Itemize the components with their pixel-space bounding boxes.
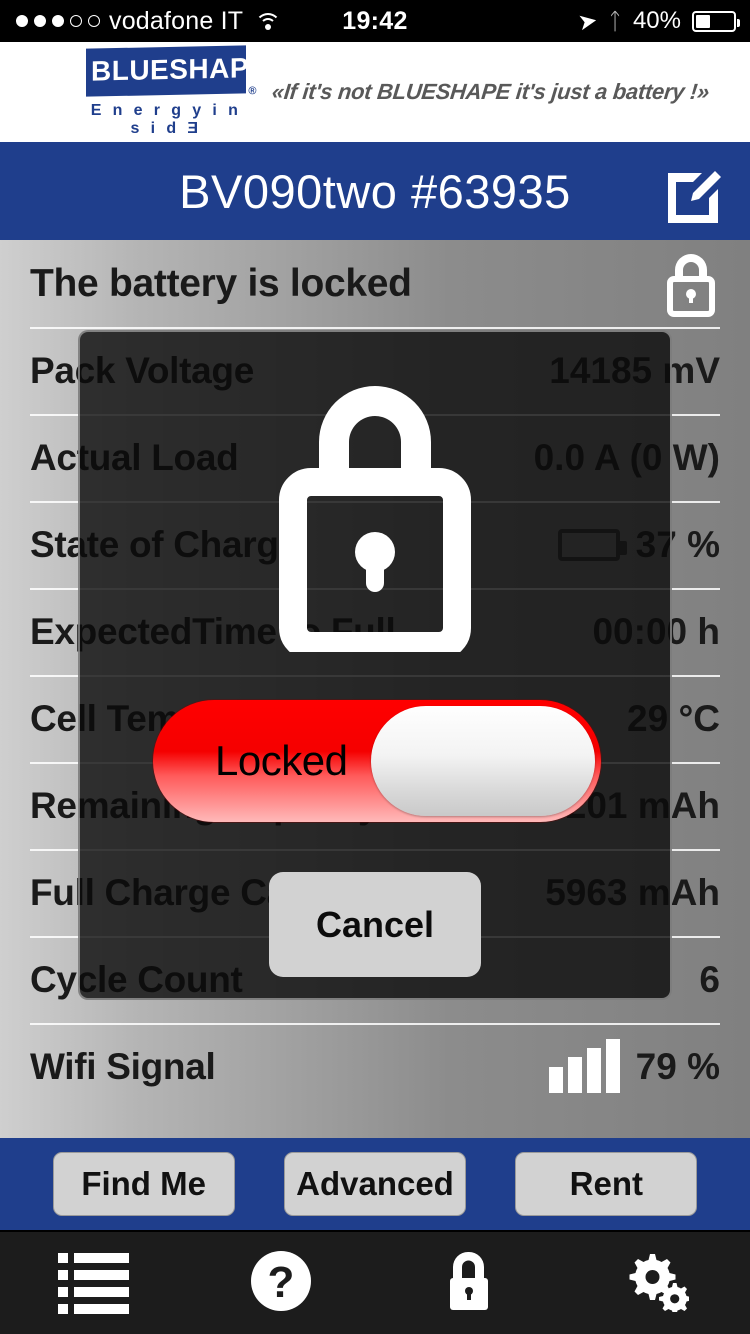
tab-list[interactable] [0,1232,188,1334]
registered-mark: ® [248,84,257,97]
row-value: 79 % [635,1045,720,1087]
row-right: 79 % [548,1038,720,1093]
tab-help[interactable]: ? [188,1232,376,1334]
status-row-battery-locked: The battery is locked [0,240,750,327]
status-bar-clock: 19:42 [342,6,408,35]
blueshape-logo: BLUESHAPE ® E n e r g y i n s i d Ǝ [86,44,268,138]
bottom-tab-bar: ? [0,1232,750,1334]
lock-icon [443,1250,495,1317]
tab-lock[interactable] [375,1232,563,1334]
table-row: Wifi Signal 79 % [0,1023,750,1110]
signal-bars-icon [548,1038,620,1093]
brand-header: BLUESHAPE ® E n e r g y i n s i d Ǝ «If … [0,42,750,142]
advanced-button[interactable]: Advanced [283,1152,466,1216]
battery-icon [692,10,740,32]
page-title: BV090two #63935 [179,164,571,218]
brand-slogan: «If it's not BLUESHAPE it's just a batte… [270,79,711,104]
find-me-button[interactable]: Find Me [52,1152,235,1216]
row-value: 6 [699,958,720,1000]
edit-pencil-icon[interactable] [662,157,730,225]
action-bar: Find Me Advanced Rent [0,1138,750,1230]
lock-icon [662,251,720,317]
settings-gears-icon [623,1250,691,1317]
logo-tagline: E n e r g y i n s i d Ǝ [90,101,242,137]
lock-dialog-overlay: Locked Cancel [78,330,672,1000]
lock-toggle-label: Locked [215,737,348,784]
lock-icon [277,380,473,660]
rent-button[interactable]: Rent [515,1152,698,1216]
cancel-button[interactable]: Cancel [269,872,481,977]
row-label: Wifi Signal [30,1045,216,1087]
status-bar: vodafone IT 19:42 ➤ ᛏ 40% [0,0,750,42]
row-right: 6 [699,959,720,1001]
status-row-label: The battery is locked [30,261,412,305]
help-question-icon: ? [250,1250,312,1317]
logo-text: BLUESHAPE [91,51,269,87]
svg-text:?: ? [268,1258,295,1307]
lock-toggle-knob[interactable] [371,706,595,816]
lock-toggle-switch[interactable]: Locked [153,700,601,822]
logo-badge: BLUESHAPE ® [86,44,268,97]
list-icon [58,1252,130,1314]
title-bar: BV090two #63935 [0,142,750,240]
tab-settings[interactable] [563,1232,750,1334]
status-row-right [662,251,720,317]
